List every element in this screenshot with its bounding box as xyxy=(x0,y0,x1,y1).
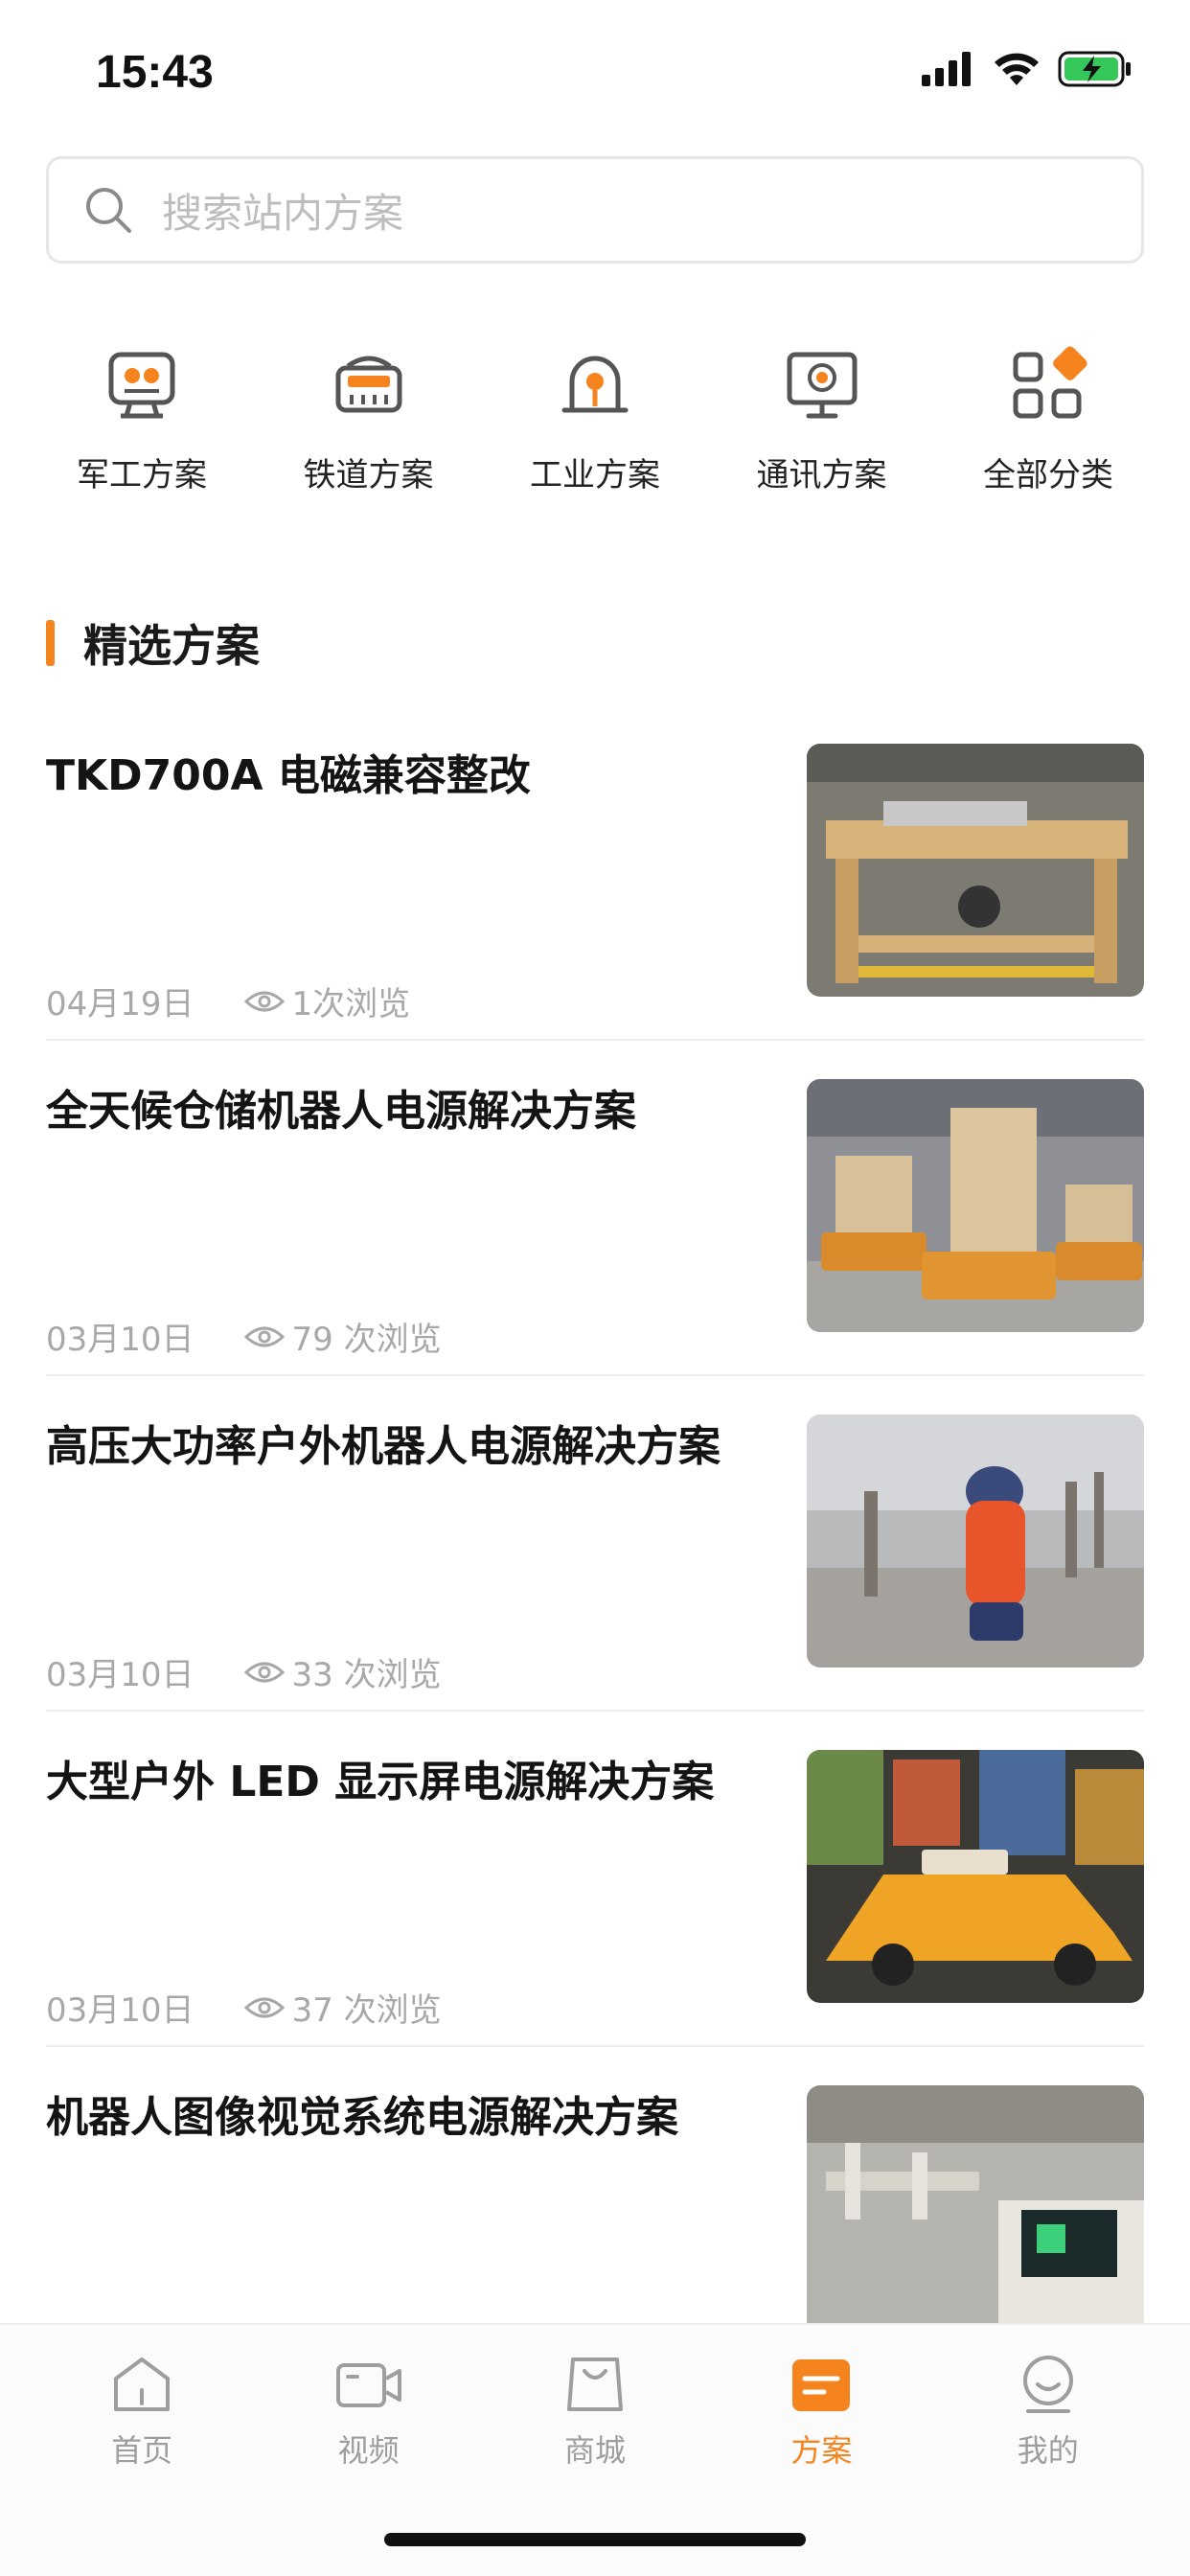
tab-label: 视频 xyxy=(337,2432,400,2469)
article-title: 机器人图像视觉系统电源解决方案 xyxy=(46,2093,678,2142)
article-title: 高压大功率户外机器人电源解决方案 xyxy=(46,1422,721,1471)
tab-profile[interactable]: 我的 xyxy=(952,2354,1144,2471)
article-item[interactable]: 全天候仓储机器人电源解决方案 03月10日 79 次浏览 xyxy=(46,1079,1144,1376)
shopping-bag-icon xyxy=(566,2358,623,2411)
article-views: 33 次浏览 xyxy=(243,1648,442,1695)
signal-icon xyxy=(922,52,971,86)
category-all[interactable]: 全部分类 xyxy=(935,345,1161,495)
article-title: 大型户外 LED 显示屏电源解决方案 xyxy=(46,1758,715,1806)
grid-icon xyxy=(1013,346,1087,419)
section-accent-bar xyxy=(46,620,55,666)
article-title: TKD700A 电磁兼容整改 xyxy=(46,751,531,800)
profile-icon xyxy=(1022,2356,1073,2413)
workbench-image xyxy=(807,744,1144,997)
taxi-image xyxy=(807,1750,1144,2003)
tab-label: 我的 xyxy=(1017,2432,1079,2469)
battery-charging-icon xyxy=(1058,51,1131,87)
category-communication[interactable]: 通讯方案 xyxy=(709,345,935,495)
article-views-text: 1次浏览 xyxy=(291,985,411,1024)
article-date: 03月10日 xyxy=(46,1991,195,2030)
article-views: 1次浏览 xyxy=(243,978,411,1024)
monitor-icon xyxy=(787,352,857,419)
wifi-icon xyxy=(995,53,1039,85)
article-date: 03月10日 xyxy=(46,1656,195,1694)
category-label: 通讯方案 xyxy=(756,456,887,494)
article-views-text: 79 次浏览 xyxy=(291,1321,442,1359)
search-input[interactable]: 搜索站内方案 xyxy=(46,156,1144,264)
home-icon xyxy=(114,2358,171,2411)
article-views: 37 次浏览 xyxy=(243,1984,442,2031)
article-title: 全天候仓储机器人电源解决方案 xyxy=(46,1087,636,1136)
article-date: 04月19日 xyxy=(46,985,195,1024)
category-label: 工业方案 xyxy=(530,456,660,494)
section-header: 精选方案 xyxy=(46,611,260,675)
section-title: 精选方案 xyxy=(83,620,260,672)
article-item[interactable]: 大型户外 LED 显示屏电源解决方案 03月10日 37 次浏览 xyxy=(46,1750,1144,2047)
category-label: 铁道方案 xyxy=(303,456,434,494)
article-item[interactable]: 高压大功率户外机器人电源解决方案 03月10日 33 次浏览 xyxy=(46,1414,1144,1712)
article-date: 03月10日 xyxy=(46,1321,195,1359)
solution-icon xyxy=(792,2359,851,2411)
video-icon xyxy=(335,2363,401,2407)
article-thumbnail xyxy=(807,744,1144,997)
category-military[interactable]: 军工方案 xyxy=(29,345,255,495)
article-views: 79 次浏览 xyxy=(243,1313,442,1360)
status-icons xyxy=(922,50,1133,88)
article-meta: 03月10日 79 次浏览 xyxy=(46,1313,442,1360)
category-label: 全部分类 xyxy=(983,456,1113,494)
outdoor-robot-image xyxy=(807,1414,1144,1668)
article-thumbnail xyxy=(807,1750,1144,2003)
category-industrial[interactable]: 工业方案 xyxy=(482,345,708,495)
category-railway[interactable]: 铁道方案 xyxy=(256,345,482,495)
tab-solutions[interactable]: 方案 xyxy=(725,2354,917,2471)
article-meta: 04月19日 1次浏览 xyxy=(46,978,410,1024)
eye-icon xyxy=(243,1997,285,2017)
eye-icon xyxy=(243,1326,285,1346)
warehouse-robots-image xyxy=(807,1079,1144,1332)
article-meta: 03月10日 37 次浏览 xyxy=(46,1984,442,2031)
tab-bar: 首页 视频 商城 方案 我的 xyxy=(0,2323,1190,2576)
status-time: 15:43 xyxy=(96,47,214,98)
article-thumbnail xyxy=(807,1079,1144,1332)
search-icon xyxy=(86,188,131,233)
tab-label: 商城 xyxy=(563,2432,626,2469)
robot-face-icon xyxy=(108,352,175,419)
train-icon xyxy=(335,356,401,413)
category-label: 军工方案 xyxy=(77,456,207,494)
tab-mall[interactable]: 商城 xyxy=(499,2354,691,2471)
article-meta: 03月10日 33 次浏览 xyxy=(46,1648,442,1695)
article-views-text: 37 次浏览 xyxy=(291,1991,442,2030)
status-bar: 15:43 xyxy=(0,0,1190,144)
article-item[interactable]: TKD700A 电磁兼容整改 04月19日 1次浏览 xyxy=(46,744,1144,1041)
article-thumbnail xyxy=(807,2085,1144,2323)
tab-home[interactable]: 首页 xyxy=(46,2354,238,2471)
tab-label: 首页 xyxy=(111,2432,173,2469)
search-placeholder: 搜索站内方案 xyxy=(162,189,404,237)
tab-label: 方案 xyxy=(790,2432,853,2469)
article-item[interactable]: 机器人图像视觉系统电源解决方案 xyxy=(46,2085,1144,2323)
eye-icon xyxy=(243,991,285,1011)
siren-icon xyxy=(561,356,629,413)
home-indicator xyxy=(384,2533,806,2546)
tab-video[interactable]: 视频 xyxy=(273,2354,465,2471)
vision-system-image xyxy=(807,2085,1144,2323)
article-views-text: 33 次浏览 xyxy=(291,1656,442,1694)
eye-icon xyxy=(243,1662,285,1682)
article-thumbnail xyxy=(807,1414,1144,1668)
category-row: 军工方案 铁道方案 工业方案 通讯方案 全部分类 xyxy=(29,345,1161,495)
